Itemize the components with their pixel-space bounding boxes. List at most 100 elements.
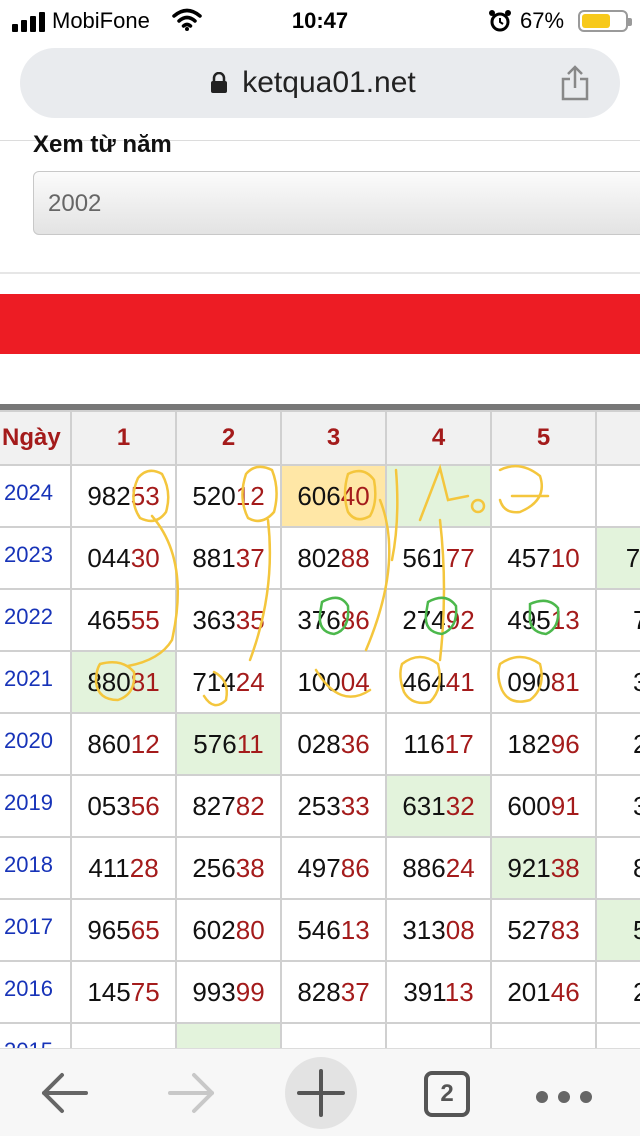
forward-icon[interactable] [166, 1069, 218, 1122]
column-header-day: Ngày [0, 410, 72, 466]
number-head: 253 [297, 790, 341, 821]
share-icon[interactable] [560, 64, 590, 107]
result-cell: 02836 [280, 712, 387, 776]
number-head: 982 [87, 480, 131, 511]
browser-toolbar: 2 [0, 1048, 640, 1136]
year-link[interactable]: 2022 [0, 588, 72, 652]
year-link[interactable]: 2021 [0, 650, 72, 714]
year-link[interactable]: 2024 [0, 464, 72, 528]
number-head: 465 [87, 604, 131, 635]
number-tail: 77 [445, 542, 475, 573]
year-filter-label: Xem từ năm [33, 131, 172, 156]
result-cell: 51 [595, 898, 640, 962]
number-tail: 83 [550, 914, 580, 945]
number-tail: 65 [130, 914, 160, 945]
number-tail: 46 [550, 976, 580, 1007]
result-cell: 82837 [280, 960, 387, 1024]
number-tail: 86 [340, 852, 370, 883]
address-bar[interactable]: ketqua01.net [20, 48, 620, 118]
year-link[interactable]: 2019 [0, 774, 72, 838]
result-cell [175, 1022, 282, 1048]
result-cell [280, 1022, 387, 1048]
alarm-icon [488, 9, 512, 38]
result-cell: 36335 [175, 588, 282, 652]
number-tail: 55 [130, 604, 160, 635]
number-tail: 75 [130, 976, 160, 1007]
table-row: 2018411282563849786886249213884 [0, 836, 640, 900]
number-head: 411 [88, 852, 130, 883]
result-cell: 54613 [280, 898, 387, 962]
number-head: 84 [633, 853, 640, 883]
number-head: 32 [633, 791, 640, 821]
number-head: 993 [192, 976, 236, 1007]
year-link[interactable]: 2020 [0, 712, 72, 776]
column-header-5: 5 [490, 410, 597, 466]
result-cell: 84 [595, 836, 640, 900]
number-head: 714 [192, 666, 236, 697]
number-tail: 30 [130, 542, 160, 573]
number-head: 182 [507, 728, 551, 759]
number-head: 576 [193, 728, 237, 759]
status-bar: MobiFone 10:47 67% [0, 0, 640, 40]
number-tail: 81 [550, 666, 580, 697]
result-cell: 56177 [385, 526, 492, 590]
result-cell: 14575 [70, 960, 177, 1024]
number-head: 600 [507, 790, 551, 821]
year-link[interactable]: 2018 [0, 836, 72, 900]
result-cell: 39 [595, 650, 640, 714]
result-cell: 11617 [385, 712, 492, 776]
battery-percent: 67% [520, 8, 565, 33]
number-tail: 38 [550, 852, 580, 883]
number-tail: 11 [236, 728, 264, 759]
number-tail: 32 [445, 790, 475, 821]
result-cell: 63132 [385, 774, 492, 838]
result-cell: 88624 [385, 836, 492, 900]
result-cell: 749 [595, 526, 640, 590]
year-select[interactable]: 2002 [33, 171, 640, 235]
result-cell: 45710 [490, 526, 597, 590]
result-cell: 60091 [490, 774, 597, 838]
number-tail: 24 [445, 852, 475, 883]
number-head: 256 [192, 852, 236, 883]
year-link[interactable]: 2017 [0, 898, 72, 962]
number-tail: 13 [340, 914, 370, 945]
year-link[interactable]: 2016 [0, 960, 72, 1024]
back-icon[interactable] [38, 1069, 90, 1122]
result-cell: 31308 [385, 898, 492, 962]
number-tail: 24 [235, 666, 265, 697]
result-cell: 09081 [490, 650, 597, 714]
tabs-button[interactable]: 2 [424, 1071, 470, 1117]
number-tail: 38 [235, 852, 265, 883]
number-head: 881 [192, 542, 236, 573]
result-cell: 49786 [280, 836, 387, 900]
result-cell [490, 1022, 597, 1048]
new-tab-icon[interactable] [285, 1057, 357, 1129]
more-icon[interactable] [536, 1091, 592, 1103]
column-header-3: 3 [280, 410, 387, 466]
number-head: 25 [633, 729, 640, 759]
result-cell [70, 1022, 177, 1048]
result-cell: 99399 [175, 960, 282, 1024]
result-cell: 60640 [280, 464, 387, 528]
result-cell: 98253 [70, 464, 177, 528]
number-head: 116 [403, 728, 445, 759]
number-head: 201 [507, 976, 551, 1007]
number-head: 457 [507, 542, 551, 573]
number-tail: 92 [445, 604, 475, 635]
number-head: 464 [402, 666, 446, 697]
number-head: 965 [87, 914, 131, 945]
number-head: 827 [192, 790, 236, 821]
number-head: 274 [402, 604, 446, 635]
number-head: 631 [402, 790, 446, 821]
number-head: 100 [297, 666, 341, 697]
number-head: 860 [87, 728, 131, 759]
result-cell: 05356 [70, 774, 177, 838]
year-link[interactable]: 2015 [0, 1022, 72, 1048]
number-tail: 12 [130, 728, 160, 759]
number-tail: 04 [340, 666, 370, 697]
column-header-4: 4 [385, 410, 492, 466]
number-head: 090 [507, 666, 551, 697]
result-cell: 52783 [490, 898, 597, 962]
year-link[interactable]: 2023 [0, 526, 72, 590]
table-row: 2019053568278225333631326009132 [0, 774, 640, 838]
